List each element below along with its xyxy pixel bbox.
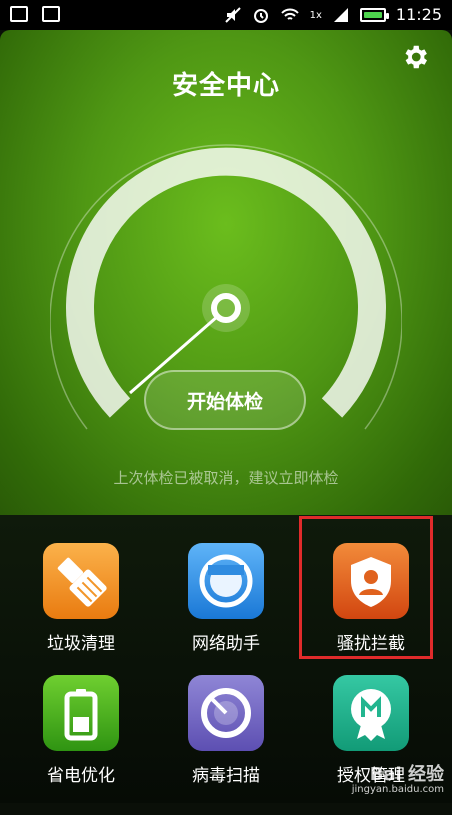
tool-label: 省电优化	[47, 766, 115, 786]
battery-icon	[359, 8, 389, 22]
start-scan-button[interactable]: 开始体检	[144, 370, 306, 430]
tool-power-saving[interactable]: 省电优化	[16, 675, 146, 815]
scan-icon	[188, 675, 264, 751]
page-title: 安全中心	[171, 71, 280, 101]
tool-network-assistant[interactable]: 网络助手	[161, 543, 291, 683]
tool-label: 网络助手	[192, 634, 260, 654]
broom-icon	[43, 543, 119, 619]
security-dashboard: 安全中心 开始体检 上次体检已被取消，建议立即体检	[0, 30, 452, 515]
status-bar: 1x 11:25	[0, 0, 452, 30]
mute-icon	[224, 7, 241, 23]
battery-icon	[43, 675, 119, 751]
wifi-icon	[280, 8, 299, 20]
badge-icon	[333, 675, 409, 751]
network-type: 1x	[309, 9, 322, 21]
tool-junk-cleanup[interactable]: 垃圾清理	[16, 543, 146, 683]
alarm-icon	[253, 9, 268, 23]
speedometer-icon	[188, 543, 264, 619]
notification-icon	[10, 6, 28, 22]
watermark-url: jingyan.baidu.com	[351, 784, 444, 795]
watermark-logo: Bai 经验	[369, 764, 444, 785]
tool-label: 病毒扫描	[192, 766, 260, 786]
tool-label: 垃圾清理	[47, 634, 115, 654]
scan-hint-text: 上次体检已被取消，建议立即体检	[113, 469, 339, 487]
highlight-box	[299, 516, 433, 659]
tool-virus-scan[interactable]: 病毒扫描	[161, 675, 291, 815]
signal-icon	[333, 8, 348, 22]
image-icon	[42, 6, 60, 22]
clock: 11:25	[395, 5, 442, 24]
